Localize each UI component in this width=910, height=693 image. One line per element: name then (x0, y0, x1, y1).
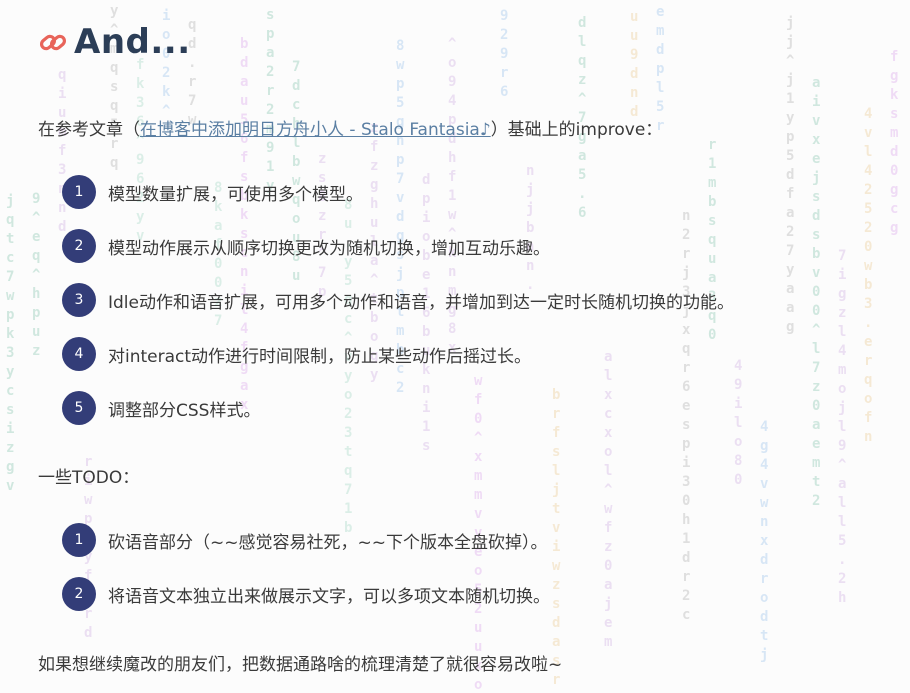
list-item-text: 对interact动作进行时间限制，防止某些动作后摇过长。 (108, 346, 532, 367)
number-badge: 2 (62, 229, 96, 263)
list-item: 3 Idle动作和语音扩展，可用多个动作和语音，并增加到达一定时长随机切换的功能… (62, 283, 734, 317)
reference-article-link[interactable]: 在博客中添加明日方舟小人 - Stalo Fantasia♪ (140, 120, 491, 140)
list-item: 4 对interact动作进行时间限制，防止某些动作后摇过长。 (62, 337, 531, 371)
todo-heading: 一些TODO： (38, 468, 140, 488)
number-badge: 1 (62, 175, 96, 209)
list-item: 1 模型数量扩展，可使用多个模型。 (62, 175, 363, 209)
number-badge: 3 (62, 283, 96, 317)
number-badge: 2 (62, 577, 96, 611)
list-item: 1 砍语音部分（~~感觉容易社死，~~下个版本全盘砍掉）。 (62, 523, 547, 557)
heading-text: And... (74, 22, 191, 62)
list-item-text: 模型动作展示从顺序切换更改为随机切换，增加互动乐趣。 (108, 238, 550, 259)
link-icon[interactable] (38, 27, 68, 57)
list-item: 2 将语音文本独立出来做展示文字，可以多项文本随机切换。 (62, 577, 550, 611)
number-badge: 1 (62, 523, 96, 557)
intro-prefix: 在参考文章（ (38, 120, 140, 140)
list-item-text: 调整部分CSS样式。 (108, 400, 261, 421)
intro-suffix: ）基础上的improve： (490, 120, 663, 140)
list-item-text: Idle动作和语音扩展，可用多个动作和语音，并增加到达一定时长随机切换的功能。 (108, 292, 734, 313)
list-item-text: 模型数量扩展，可使用多个模型。 (108, 184, 363, 205)
closing-paragraph: 如果想继续魔改的朋友们，把数据通路啥的梳理清楚了就很容易改啦~ (38, 655, 563, 675)
number-badge: 4 (62, 337, 96, 371)
section-heading: And... (38, 20, 191, 64)
list-item-text: 砍语音部分（~~感觉容易社死，~~下个版本全盘砍掉）。 (108, 532, 548, 553)
intro-paragraph: 在参考文章（在博客中添加明日方舟小人 - Stalo Fantasia♪）基础上… (38, 115, 662, 140)
list-item: 2 模型动作展示从顺序切换更改为随机切换，增加互动乐趣。 (62, 229, 550, 263)
list-item: 5 调整部分CSS样式。 (62, 391, 260, 425)
number-badge: 5 (62, 391, 96, 425)
list-item-text: 将语音文本独立出来做展示文字，可以多项文本随机切换。 (108, 586, 550, 607)
